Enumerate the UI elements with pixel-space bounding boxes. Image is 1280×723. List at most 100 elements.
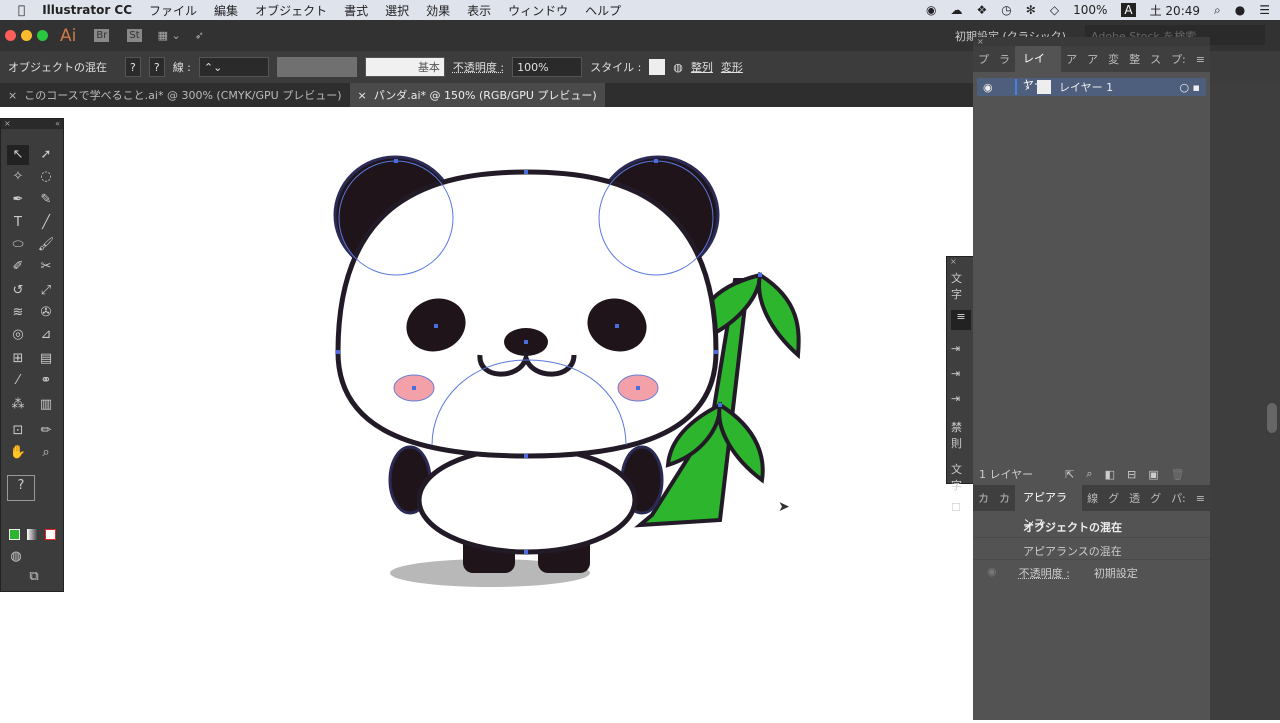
new-layer-icon[interactable]: ▣: [1148, 468, 1158, 481]
rotate-tool-icon[interactable]: ↺: [7, 281, 29, 301]
hand-tool-icon[interactable]: ✋: [7, 443, 29, 463]
align-link[interactable]: 整列: [691, 59, 713, 75]
variable-width-select[interactable]: [276, 57, 357, 77]
delete-layer-icon[interactable]: 🗑: [1171, 468, 1185, 481]
menu-type[interactable]: 書式: [344, 2, 368, 19]
target-icon[interactable]: ○ ▪: [1179, 81, 1200, 94]
clipping-mask-icon[interactable]: ◧: [1105, 468, 1115, 481]
visibility-eye-icon[interactable]: ◉: [983, 81, 993, 94]
tab-color-guide[interactable]: カ: [994, 490, 1015, 506]
tab-more[interactable]: プ:: [1166, 51, 1191, 67]
gradient-mode-icon[interactable]: [27, 529, 38, 540]
scrollbar-thumb[interactable]: [1267, 403, 1277, 433]
scale-tool-icon[interactable]: ⤢: [35, 281, 57, 301]
bridge-button[interactable]: Br: [94, 29, 110, 42]
locate-object-icon[interactable]: ⌕: [1086, 467, 1092, 481]
tab-asset-export[interactable]: ア: [1061, 51, 1082, 67]
time-machine-icon[interactable]: ◷: [1001, 3, 1011, 17]
menu-help[interactable]: ヘルプ: [585, 2, 621, 19]
gpu-rocket-icon[interactable]: ➶: [195, 29, 204, 42]
menu-app[interactable]: Illustrator CC: [42, 3, 132, 17]
artboard-tool-icon[interactable]: ⊡: [7, 421, 29, 441]
align-left-icon[interactable]: ≡: [951, 310, 971, 330]
stroke-weight-input[interactable]: ⌃⌄: [198, 57, 269, 77]
input-method-icon[interactable]: A: [1121, 3, 1136, 17]
zoom-window-button[interactable]: [37, 30, 48, 41]
blend-tool-icon[interactable]: ⚭: [35, 371, 57, 391]
arrange-documents-icon[interactable]: ▦ ⌄: [158, 29, 181, 42]
minimize-window-button[interactable]: [21, 30, 32, 41]
fill-swatch[interactable]: ?: [125, 57, 141, 77]
opacity-link[interactable]: 不透明度 :: [1019, 565, 1070, 581]
wifi-icon[interactable]: ◇: [1050, 3, 1059, 17]
ellipse-tool-icon[interactable]: ⬭: [7, 235, 29, 255]
type-tool-icon[interactable]: T: [7, 213, 29, 233]
lasso-tool-icon[interactable]: ◌: [35, 167, 57, 187]
mojikumi-label[interactable]: 文字: [947, 457, 973, 497]
tab-color[interactable]: カ: [973, 490, 994, 506]
perspective-grid-tool-icon[interactable]: ⊿: [35, 325, 57, 345]
slice-tool-icon[interactable]: ✏: [35, 421, 57, 441]
menu-edit[interactable]: 編集: [214, 2, 238, 19]
menu-file[interactable]: ファイル: [149, 2, 197, 19]
tools-panel-header[interactable]: × «: [1, 119, 63, 129]
tab-libraries[interactable]: ラ: [994, 51, 1015, 67]
mesh-tool-icon[interactable]: ⊞: [7, 349, 29, 369]
direct-selection-tool-icon[interactable]: ➚: [35, 145, 57, 165]
dropbox-icon[interactable]: ❖: [977, 3, 988, 17]
opacity-label[interactable]: 不透明度 :: [453, 59, 504, 75]
export-icon[interactable]: ⇱: [1065, 468, 1074, 481]
scissors-tool-icon[interactable]: ✂: [35, 257, 57, 277]
indent-first-icon[interactable]: ⇥: [947, 363, 973, 384]
draw-normal-icon[interactable]: ◍: [5, 547, 27, 567]
panel-menu-icon[interactable]: ≡: [1191, 53, 1210, 66]
layer-row[interactable]: ◉ › レイヤー 1 ○ ▪: [977, 78, 1206, 96]
width-tool-icon[interactable]: ≋: [7, 303, 29, 323]
menu-select[interactable]: 選択: [385, 2, 409, 19]
stock-button[interactable]: St: [127, 29, 142, 42]
tab-panda-doc[interactable]: × パンダ.ai* @ 150% (RGB/GPU プレビュー): [349, 83, 605, 107]
hyphenate-checkbox[interactable]: ☐: [947, 497, 973, 518]
tab-artboards[interactable]: ア: [1082, 51, 1103, 67]
panda-artwork[interactable]: [0, 107, 973, 720]
tab-transparency[interactable]: 透: [1124, 490, 1145, 506]
new-sublayer-icon[interactable]: ⊟: [1127, 468, 1136, 481]
line-tool-icon[interactable]: ╱: [35, 213, 57, 233]
tab-swatches[interactable]: ス: [1145, 51, 1166, 67]
magic-wand-tool-icon[interactable]: ✧: [7, 167, 29, 187]
visibility-eye-icon[interactable]: ◉: [987, 565, 997, 581]
menu-object[interactable]: オブジェクト: [255, 2, 327, 19]
shaper-tool-icon[interactable]: ✐: [7, 257, 29, 277]
stroke-swatch[interactable]: ?: [148, 57, 165, 77]
kinsoku-label[interactable]: 禁則: [947, 413, 973, 457]
notification-icon[interactable]: ☰: [1259, 3, 1270, 17]
selection-tool-icon[interactable]: ↖: [7, 145, 29, 165]
style-swatch[interactable]: [649, 59, 666, 75]
symbol-sprayer-tool-icon[interactable]: ⁂: [7, 395, 29, 415]
siri-icon[interactable]: ●: [1235, 3, 1245, 17]
pen-tool-icon[interactable]: ✒: [7, 190, 29, 210]
menu-effect[interactable]: 効果: [426, 2, 450, 19]
fill-stroke-swatch[interactable]: ?: [7, 475, 35, 501]
color-mode-icon[interactable]: [9, 529, 20, 540]
tab-course-doc[interactable]: × このコースで学べること.ai* @ 300% (CMYK/GPU プレビュー…: [0, 83, 350, 107]
tab-graphic-styles[interactable]: グ: [1145, 490, 1166, 506]
paintbrush-tool-icon[interactable]: 🖌: [35, 235, 57, 255]
clock[interactable]: 土 20:49: [1150, 2, 1200, 19]
tab-appearance[interactable]: アピアランス: [1015, 485, 1083, 530]
zoom-tool-icon[interactable]: ⌕: [35, 443, 57, 463]
space-before-icon[interactable]: ⇥: [947, 384, 973, 413]
layer-name[interactable]: レイヤー 1: [1059, 79, 1113, 95]
creative-cloud-icon[interactable]: ☁: [951, 3, 963, 17]
recolor-icon[interactable]: ◍: [673, 61, 683, 74]
shape-builder-tool-icon[interactable]: ◎: [7, 325, 29, 345]
graph-tool-icon[interactable]: ▥: [35, 395, 57, 415]
apple-icon[interactable]: : [18, 3, 25, 17]
tab-pathfinder[interactable]: パ:: [1166, 490, 1191, 506]
menu-window[interactable]: ウィンドウ: [508, 2, 568, 19]
tab-layers[interactable]: レイヤー: [1015, 46, 1062, 91]
curvature-tool-icon[interactable]: ✎: [35, 190, 57, 210]
menu-view[interactable]: 表示: [467, 2, 491, 19]
tab-stroke[interactable]: 線: [1082, 490, 1103, 506]
artboard-canvas[interactable]: ➤: [0, 107, 973, 720]
